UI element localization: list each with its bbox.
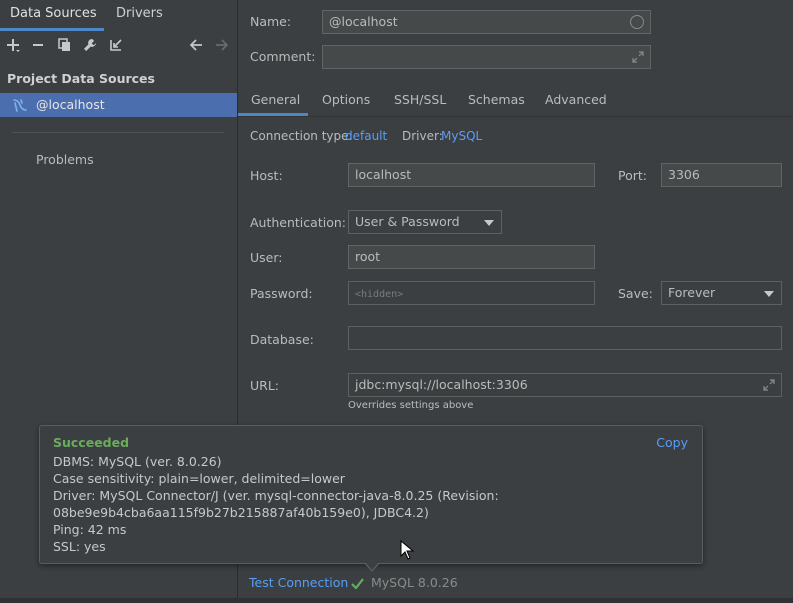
url-value: jdbc:mysql://localhost:3306 xyxy=(355,377,528,392)
url-hint: Overrides settings above xyxy=(348,400,474,411)
name-value: @localhost xyxy=(329,14,398,29)
popup-title: Succeeded xyxy=(53,435,130,450)
tab-ssh-ssl[interactable]: SSH/SSL xyxy=(394,92,446,107)
save-value: Forever xyxy=(668,285,716,300)
tab-general[interactable]: General xyxy=(251,92,300,107)
connection-status: MySQL 8.0.26 xyxy=(371,575,458,590)
popup-line: Driver: MySQL Connector/J (ver. mysql-co… xyxy=(53,488,499,503)
tab-data-sources[interactable]: Data Sources xyxy=(10,6,97,21)
test-connection-link[interactable]: Test Connection xyxy=(249,575,348,590)
expand-icon[interactable] xyxy=(763,379,775,391)
password-placeholder: <hidden> xyxy=(355,289,404,300)
user-label: User: xyxy=(250,250,283,265)
name-input[interactable]: @localhost xyxy=(322,10,651,34)
name-label: Name: xyxy=(250,14,292,29)
password-label: Password: xyxy=(250,286,313,301)
settings-tabs: General Options SSH/SSL Schemas Advanced xyxy=(238,86,793,116)
chevron-down-icon xyxy=(764,291,774,297)
driver-link[interactable]: MySQL xyxy=(441,129,482,143)
comment-label: Comment: xyxy=(250,49,316,64)
section-title: Project Data Sources xyxy=(7,71,155,86)
mysql-dolphin-icon xyxy=(12,97,28,113)
host-value: localhost xyxy=(355,167,412,182)
tab-advanced[interactable]: Advanced xyxy=(545,92,607,107)
password-input[interactable]: <hidden> xyxy=(348,281,595,305)
color-picker-icon[interactable] xyxy=(630,15,644,29)
popup-pointer-inner xyxy=(365,562,379,570)
wrench-icon[interactable] xyxy=(81,34,99,56)
back-arrow-icon[interactable] xyxy=(187,34,205,56)
url-label: URL: xyxy=(250,378,280,393)
host-input[interactable]: localhost xyxy=(348,163,595,187)
remove-icon[interactable] xyxy=(29,34,47,56)
host-label: Host: xyxy=(250,168,283,183)
port-input[interactable]: 3306 xyxy=(661,163,782,187)
divider xyxy=(12,132,224,133)
tabs-divider xyxy=(238,116,793,117)
connection-type-label: Connection type: xyxy=(250,129,353,143)
bottom-border xyxy=(0,598,793,603)
left-toolbar xyxy=(0,34,238,58)
popup-line: SSL: yes xyxy=(53,539,106,554)
port-label: Port: xyxy=(618,168,647,183)
left-tabs: Data Sources Drivers xyxy=(0,0,238,32)
chevron-down-icon xyxy=(484,220,494,226)
data-source-label: @localhost xyxy=(36,97,105,112)
popup-line: Ping: 42 ms xyxy=(53,522,127,537)
add-icon[interactable] xyxy=(4,34,22,56)
data-source-item-localhost[interactable]: @localhost xyxy=(0,93,237,117)
save-select[interactable]: Forever xyxy=(661,281,782,305)
expand-icon[interactable] xyxy=(632,51,644,63)
duplicate-icon[interactable] xyxy=(55,34,73,56)
database-input[interactable] xyxy=(348,326,782,350)
import-icon[interactable] xyxy=(107,34,125,56)
popup-line: DBMS: MySQL (ver. 8.0.26) xyxy=(53,454,222,469)
url-input[interactable]: jdbc:mysql://localhost:3306 xyxy=(348,373,782,397)
tab-schemas[interactable]: Schemas xyxy=(468,92,525,107)
user-value: root xyxy=(355,249,381,264)
connection-type-link[interactable]: default xyxy=(345,129,387,143)
authentication-label: Authentication: xyxy=(250,215,346,230)
user-input[interactable]: root xyxy=(348,245,595,269)
comment-input[interactable] xyxy=(322,45,651,69)
test-connection-result-popup: Succeeded Copy DBMS: MySQL (ver. 8.0.26)… xyxy=(39,425,703,564)
mouse-cursor-icon xyxy=(400,540,414,560)
forward-arrow-icon xyxy=(213,34,231,56)
tab-options[interactable]: Options xyxy=(322,92,370,107)
problems-item[interactable]: Problems xyxy=(36,152,94,167)
port-value: 3306 xyxy=(668,167,700,182)
active-tab-indicator xyxy=(0,28,104,31)
copy-link[interactable]: Copy xyxy=(656,435,688,450)
save-label: Save: xyxy=(618,286,653,301)
checkmark-icon xyxy=(351,578,364,589)
driver-label: Driver: xyxy=(402,129,443,143)
database-label: Database: xyxy=(250,332,314,347)
authentication-select[interactable]: User & Password xyxy=(348,210,502,234)
popup-line: Case sensitivity: plain=lower, delimited… xyxy=(53,471,345,486)
tab-drivers[interactable]: Drivers xyxy=(116,6,163,21)
authentication-value: User & Password xyxy=(355,214,460,229)
popup-line: 08be9e9b4cba6aa115f9b27b215887af40b159e0… xyxy=(53,505,429,520)
